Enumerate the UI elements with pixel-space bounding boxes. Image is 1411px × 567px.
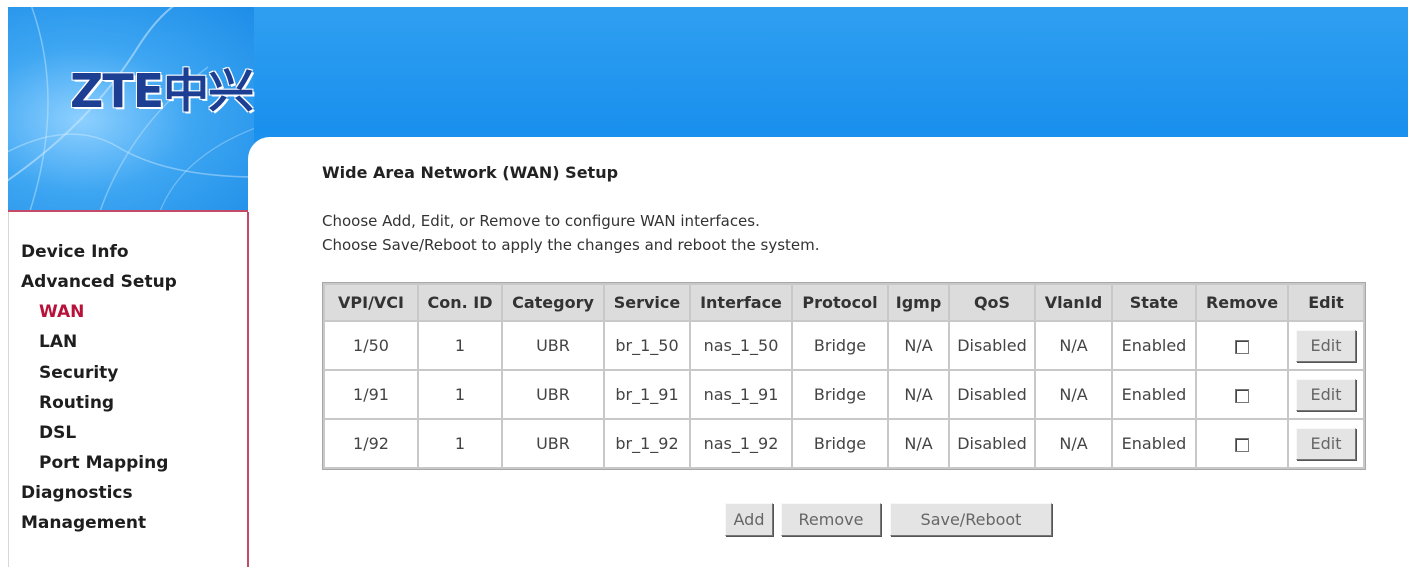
- cell-service: br_1_50: [605, 322, 689, 369]
- page-title: Wide Area Network (WAN) Setup: [322, 163, 619, 182]
- cell-protocol: Bridge: [793, 322, 887, 369]
- cell-protocol: Bridge: [793, 371, 887, 418]
- cell-qos: Disabled: [950, 371, 1034, 418]
- cell-vlan-id: N/A: [1036, 420, 1111, 467]
- nav-security[interactable]: Security: [39, 363, 118, 383]
- nav-device-info[interactable]: Device Info: [21, 242, 129, 262]
- cell-category: UBR: [503, 322, 603, 369]
- col-header-edit: Edit: [1289, 285, 1363, 320]
- col-header-category: Category: [503, 285, 603, 320]
- nav-port-mapping[interactable]: Port Mapping: [39, 453, 168, 473]
- cell-protocol: Bridge: [793, 420, 887, 467]
- col-header-qos: QoS: [950, 285, 1034, 320]
- cell-interface: nas_1_50: [691, 322, 791, 369]
- edit-button[interactable]: Edit: [1296, 427, 1356, 460]
- table-header-row: VPI/VCI Con. ID Category Service Interfa…: [325, 285, 1363, 320]
- remove-checkbox[interactable]: [1235, 437, 1249, 452]
- cell-state: Enabled: [1113, 371, 1195, 418]
- save-reboot-button[interactable]: Save/Reboot: [890, 503, 1052, 536]
- cell-edit: Edit: [1289, 420, 1363, 467]
- cell-edit: Edit: [1289, 322, 1363, 369]
- cell-service: br_1_91: [605, 371, 689, 418]
- col-header-interface: Interface: [691, 285, 791, 320]
- cell-remove: [1197, 371, 1287, 418]
- cell-interface: nas_1_92: [691, 420, 791, 467]
- add-button[interactable]: Add: [725, 503, 773, 536]
- table-row: 1/92 1 UBR br_1_92 nas_1_92 Bridge N/A D…: [325, 420, 1363, 467]
- cell-con-id: 1: [419, 322, 501, 369]
- cell-category: UBR: [503, 420, 603, 467]
- cell-state: Enabled: [1113, 322, 1195, 369]
- cell-qos: Disabled: [950, 322, 1034, 369]
- wan-interfaces-table: VPI/VCI Con. ID Category Service Interfa…: [322, 282, 1366, 470]
- cell-vpi-vci: 1/50: [325, 322, 417, 369]
- col-header-state: State: [1113, 285, 1195, 320]
- edit-button[interactable]: Edit: [1296, 329, 1356, 362]
- description-line-1: Choose Add, Edit, or Remove to configure…: [322, 212, 760, 230]
- cell-category: UBR: [503, 371, 603, 418]
- cell-igmp: N/A: [889, 322, 948, 369]
- col-header-remove: Remove: [1197, 285, 1287, 320]
- remove-checkbox[interactable]: [1235, 339, 1249, 354]
- cell-service: br_1_92: [605, 420, 689, 467]
- cell-remove: [1197, 420, 1287, 467]
- col-header-igmp: Igmp: [889, 285, 948, 320]
- edit-button[interactable]: Edit: [1296, 378, 1356, 411]
- remove-checkbox[interactable]: [1235, 388, 1249, 403]
- remove-button[interactable]: Remove: [781, 503, 881, 536]
- table-row: 1/50 1 UBR br_1_50 nas_1_50 Bridge N/A D…: [325, 322, 1363, 369]
- zte-logo: ZTE中兴: [70, 64, 254, 118]
- cell-igmp: N/A: [889, 371, 948, 418]
- nav-management[interactable]: Management: [21, 513, 146, 533]
- col-header-service: Service: [605, 285, 689, 320]
- col-header-con-id: Con. ID: [419, 285, 501, 320]
- nav-wan[interactable]: WAN: [39, 302, 84, 322]
- cell-edit: Edit: [1289, 371, 1363, 418]
- nav-dsl[interactable]: DSL: [39, 423, 76, 443]
- nav-advanced-setup[interactable]: Advanced Setup: [21, 272, 177, 292]
- nav-lan[interactable]: LAN: [39, 332, 77, 352]
- col-header-protocol: Protocol: [793, 285, 887, 320]
- cell-interface: nas_1_91: [691, 371, 791, 418]
- nav-diagnostics[interactable]: Diagnostics: [21, 483, 133, 503]
- cell-con-id: 1: [419, 420, 501, 467]
- cell-vpi-vci: 1/92: [325, 420, 417, 467]
- logo-panel: ZTE中兴: [8, 7, 254, 212]
- table-row: 1/91 1 UBR br_1_91 nas_1_91 Bridge N/A D…: [325, 371, 1363, 418]
- nav-routing[interactable]: Routing: [39, 393, 114, 413]
- cell-vlan-id: N/A: [1036, 322, 1111, 369]
- cell-vlan-id: N/A: [1036, 371, 1111, 418]
- col-header-vpi-vci: VPI/VCI: [325, 285, 417, 320]
- cell-vpi-vci: 1/91: [325, 371, 417, 418]
- cell-state: Enabled: [1113, 420, 1195, 467]
- cell-qos: Disabled: [950, 420, 1034, 467]
- cell-con-id: 1: [419, 371, 501, 418]
- cell-igmp: N/A: [889, 420, 948, 467]
- col-header-vlanid: VlanId: [1036, 285, 1111, 320]
- cell-remove: [1197, 322, 1287, 369]
- description-line-2: Choose Save/Reboot to apply the changes …: [322, 236, 820, 254]
